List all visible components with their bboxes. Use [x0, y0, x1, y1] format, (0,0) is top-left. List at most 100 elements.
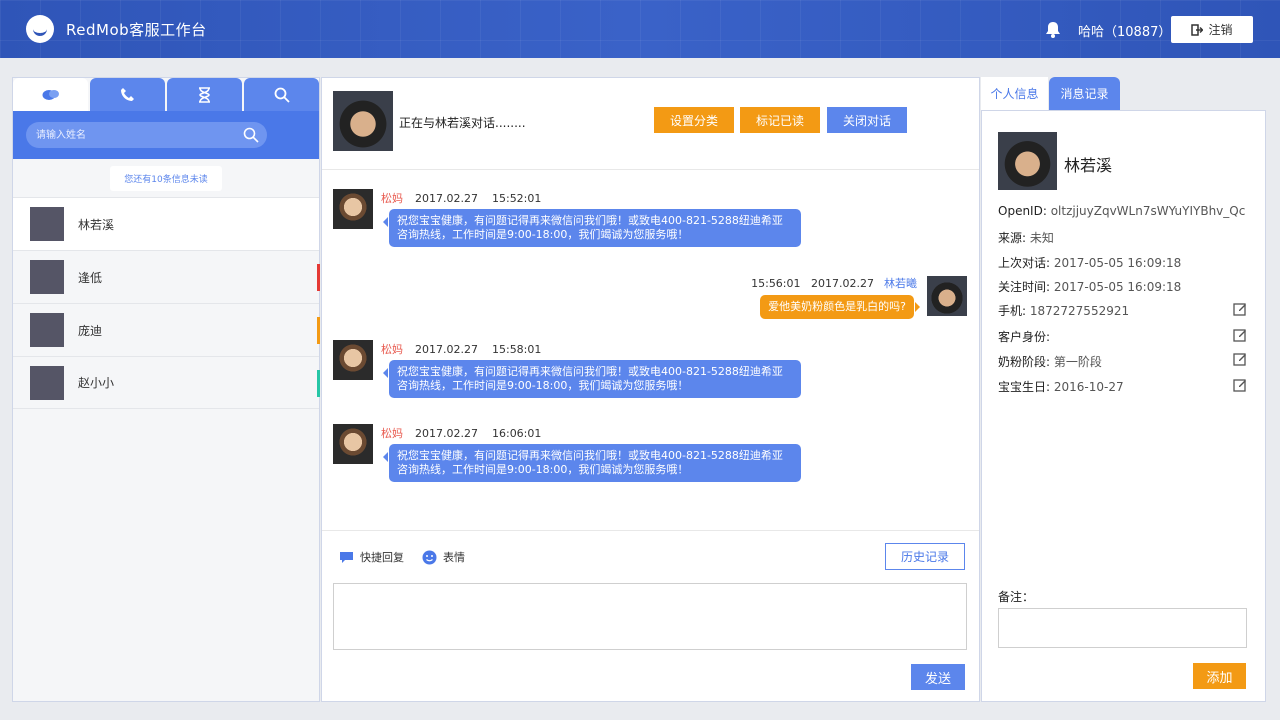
tab-chats[interactable] — [13, 78, 88, 111]
emoji-label: 表情 — [443, 551, 465, 564]
message-time: 15:56:01 — [751, 277, 801, 290]
avatar — [998, 132, 1057, 190]
message-meta: 松妈 2017.02.27 15:52:01 — [381, 190, 541, 206]
field-value: 2016-10-27 — [1053, 380, 1124, 394]
contact-name: 赵小小 — [78, 376, 115, 390]
emoji-button[interactable]: 表情 — [422, 549, 465, 565]
quick-reply-button[interactable]: 快捷回复 — [339, 549, 404, 565]
logout-icon — [1191, 23, 1204, 36]
tab-profile[interactable]: 个人信息 — [981, 77, 1048, 110]
edit-icon[interactable] — [1233, 352, 1247, 366]
set-category-button[interactable]: 设置分类 — [654, 107, 734, 133]
contact-flag — [317, 264, 320, 291]
message-meta: 松妈 2017.02.27 15:58:01 — [381, 341, 541, 357]
message-bubble: 祝您宝宝健康，有问题记得再来微信问我们哦！或致电400-821-5288纽迪希亚… — [383, 360, 801, 398]
info-identity: 客户身份: — [998, 328, 1050, 345]
contact-flag — [317, 317, 320, 344]
mark-read-button[interactable]: 标记已读 — [740, 107, 820, 133]
field-label: OpenID: — [998, 204, 1051, 218]
tab-search[interactable] — [244, 78, 319, 111]
message-meta: 15:56:01 2017.02.27 林若曦 — [751, 275, 917, 291]
remark-label: 备注： — [998, 590, 1035, 604]
contact-name: 逢低 — [78, 270, 103, 285]
field-label: 来源: — [998, 231, 1030, 245]
avatar — [333, 91, 393, 151]
message-date: 2017.02.27 — [811, 277, 874, 290]
message-bubble: 爱他美奶粉颜色是乳白的吗? — [760, 295, 920, 319]
info-formula-stage: 奶粉阶段: 第一阶段 — [998, 353, 1102, 370]
contact-item[interactable]: 赵小小 — [13, 356, 320, 409]
tab-phone[interactable] — [90, 78, 165, 111]
field-label: 奶粉阶段: — [998, 355, 1054, 369]
smiley-icon — [422, 550, 437, 564]
profile-name: 林若溪 — [1064, 156, 1113, 175]
info-openid: OpenID: oltzjjuyZqvWLn7sWYuYIYBhv_Qc — [998, 204, 1245, 218]
field-value: 第一阶段 — [1053, 355, 1102, 369]
avatar — [30, 313, 64, 347]
send-button[interactable]: 发送 — [911, 664, 965, 690]
composer: 快捷回复 表情 历史记录 发送 — [322, 530, 979, 701]
remark-input[interactable] — [998, 608, 1247, 648]
contact-flag — [317, 370, 320, 397]
message-bubble: 祝您宝宝健康，有问题记得再来微信问我们哦！或致电400-821-5288纽迪希亚… — [383, 209, 801, 247]
field-value: 2017-05-05 16:09:18 — [1053, 256, 1182, 270]
field-value: 未知 — [1029, 231, 1054, 245]
contact-item[interactable]: 林若溪 — [13, 197, 319, 250]
info-last-chat: 上次对话: 2017-05-05 16:09:18 — [998, 254, 1181, 271]
profile-panel: 林若溪 OpenID: oltzjjuyZqvWLn7sWYuYIYBhv_Qc… — [981, 110, 1266, 702]
contact-name: 庞迪 — [78, 323, 103, 338]
message-input[interactable] — [333, 583, 967, 650]
avatar — [333, 424, 373, 464]
avatar — [333, 340, 373, 380]
unread-notice[interactable]: 您还有10条信息未读 — [110, 165, 222, 191]
avatar — [30, 365, 64, 400]
bell-icon[interactable] — [1045, 21, 1061, 38]
search-icon[interactable] — [243, 127, 259, 143]
contact-item[interactable]: 逢低 — [13, 250, 320, 303]
sender-name: 松妈 — [381, 343, 403, 356]
app-title: RedMob客服工作台 — [66, 21, 207, 39]
contact-name: 林若溪 — [78, 217, 115, 232]
history-button[interactable]: 历史记录 — [885, 543, 965, 570]
tab-message-log[interactable]: 消息记录 — [1049, 77, 1120, 110]
quick-reply-label: 快捷回复 — [360, 551, 404, 564]
message-time: 15:58:01 — [491, 343, 542, 356]
edit-icon[interactable] — [1233, 328, 1247, 342]
avatar — [927, 276, 967, 316]
search-icon — [274, 87, 290, 103]
hourglass-icon — [199, 86, 210, 103]
logout-button[interactable]: 注销 — [1171, 16, 1253, 43]
message-date: 2017.02.27 — [415, 192, 478, 205]
field-label: 上次对话: — [998, 256, 1054, 270]
edit-icon[interactable] — [1233, 378, 1247, 392]
chat-bubble-icon — [340, 551, 353, 563]
field-label: 手机: — [998, 304, 1030, 318]
logout-label: 注销 — [1208, 23, 1233, 37]
field-label: 宝宝生日: — [998, 380, 1054, 394]
sender-name: 松妈 — [381, 427, 403, 440]
sender-name: 林若曦 — [884, 277, 917, 290]
sender-name: 松妈 — [381, 192, 403, 205]
avatar — [333, 189, 373, 229]
info-source: 来源: 未知 — [998, 229, 1054, 246]
chat-bubbles-icon — [42, 89, 59, 100]
phone-icon — [121, 88, 134, 101]
name-search-input[interactable] — [26, 122, 267, 148]
name-search — [26, 122, 267, 148]
message-time: 16:06:01 — [491, 427, 542, 440]
tab-hourglass[interactable] — [167, 78, 242, 111]
user-name: 哈哈（10887） — [1078, 25, 1172, 40]
message-bubble: 祝您宝宝健康，有问题记得再来微信问我们哦！或致电400-821-5288纽迪希亚… — [383, 444, 801, 482]
message-time: 15:52:01 — [491, 192, 542, 205]
panel-tabs — [13, 78, 319, 111]
message-date: 2017.02.27 — [415, 343, 478, 356]
message-meta: 松妈 2017.02.27 16:06:01 — [381, 425, 541, 441]
close-chat-button[interactable]: 关闭对话 — [827, 107, 907, 133]
contact-item[interactable]: 庞迪 — [13, 303, 320, 356]
unread-wrap: 您还有10条信息未读 — [13, 159, 319, 197]
conversation-panel: 您还有10条信息未读 林若溪 逢低 庞迪 赵小小 — [12, 77, 320, 702]
top-bar: RedMob客服工作台 哈哈（10887） 注销 — [0, 0, 1280, 58]
add-button[interactable]: 添加 — [1193, 663, 1246, 689]
message-date: 2017.02.27 — [415, 427, 478, 440]
edit-icon[interactable] — [1233, 302, 1247, 316]
